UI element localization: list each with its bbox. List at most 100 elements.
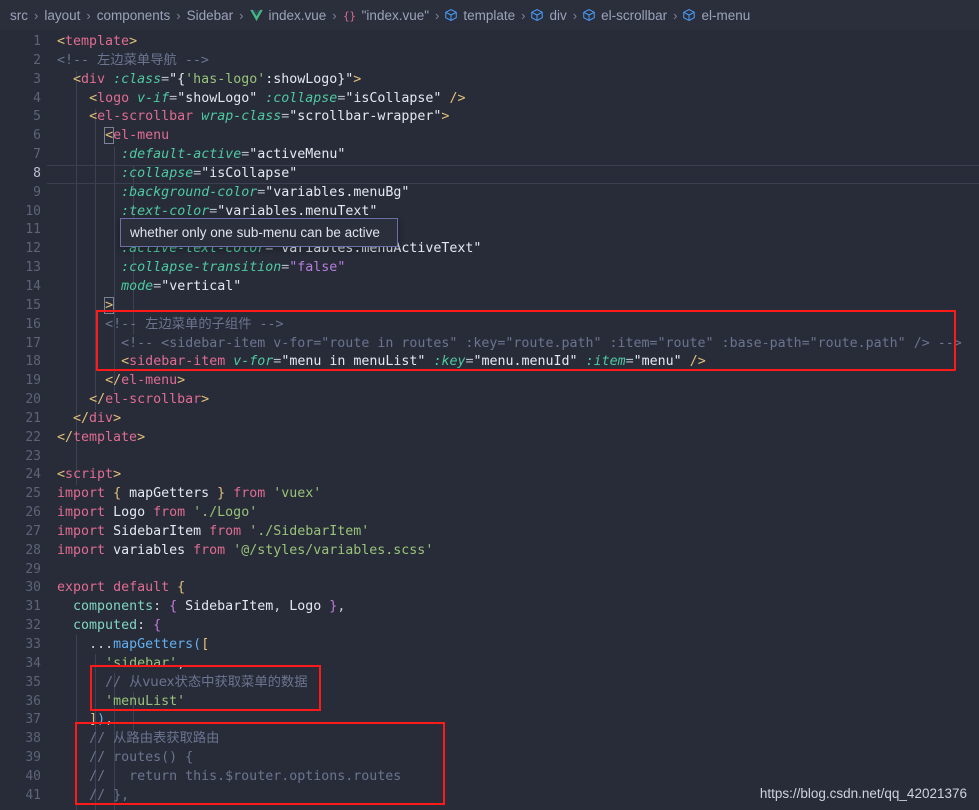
code-line[interactable]: 4 <logo v-if="showLogo" :collapse="isColl… xyxy=(0,90,979,109)
breadcrumb-separator: › xyxy=(435,7,440,23)
code-line[interactable]: 30 export default { xyxy=(0,579,979,598)
line-number: 15 xyxy=(25,297,41,313)
code-line[interactable]: 29 xyxy=(0,561,979,580)
code-line[interactable]: 33 ...mapGetters([ xyxy=(0,636,979,655)
code-text: export default { xyxy=(57,580,186,596)
breadcrumb-item-label: src xyxy=(10,7,28,23)
watermark-text: https://blog.csdn.net/qq_42021376 xyxy=(759,786,967,801)
code-line[interactable]: 19 </el-menu> xyxy=(0,372,979,391)
code-text: // 从路由表获取路由 xyxy=(89,731,220,747)
code-line[interactable]: 26 import Logo from './Logo' xyxy=(0,504,979,523)
code-line[interactable]: 31 components: { SidebarItem, Logo }, xyxy=(0,598,979,617)
code-line[interactable]: 40 // return this.$router.options.routes xyxy=(0,768,979,787)
code-text: <template> xyxy=(57,34,138,49)
line-number: 20 xyxy=(25,392,41,408)
code-line[interactable]: 22 </template> xyxy=(0,429,979,448)
code-text: <!-- 左边菜单的子组件 --> xyxy=(105,316,284,332)
line-number: 32 xyxy=(25,618,41,634)
breadcrumb-item-label: Sidebar xyxy=(186,7,234,23)
code-text: </template> xyxy=(57,429,146,445)
code-text: </div> xyxy=(73,410,122,426)
code-line[interactable]: 2 <!-- 左边菜单导航 --> xyxy=(0,52,979,71)
code-lines: 1 <template> 2 <!-- 左边菜单导航 --> 3 <div :class=… xyxy=(0,30,979,806)
code-text: ...mapGetters([ xyxy=(89,637,210,652)
code-text: 'sidebar', xyxy=(105,655,186,671)
code-line[interactable]: 21 </div> xyxy=(0,410,979,429)
code-line[interactable]: 17 <!-- <sidebar-item v-for="route in rou… xyxy=(0,335,979,354)
breadcrumb-item-index-vue[interactable]: {} "index.vue" xyxy=(342,8,430,23)
code-line[interactable]: 24 <script> xyxy=(0,466,979,485)
code-text: // return this.$router.options.routes xyxy=(89,768,402,784)
code-line[interactable]: 32 computed: { xyxy=(0,617,979,636)
code-line[interactable]: 7:default-active="activeMenu" xyxy=(0,146,979,165)
breadcrumb[interactable]: src › layout › components › Sidebar › index.vue ›… xyxy=(0,0,979,30)
code-line[interactable]: 23 xyxy=(0,448,979,467)
code-text: // 从vuex状态中获取菜单的数据 xyxy=(105,674,308,690)
breadcrumb-item-template[interactable]: template xyxy=(444,8,516,23)
code-text: <el-scrollbar wrap-class="scrollbar-wrap… xyxy=(89,109,450,125)
cube-icon xyxy=(444,8,458,22)
code-line[interactable]: 1 <template> xyxy=(0,33,979,52)
code-line[interactable]: 28 import variables from '@/styles/variab… xyxy=(0,542,979,561)
code-line[interactable]: 9:background-color="variables.menuBg" xyxy=(0,184,979,203)
code-text: <el-menu xyxy=(104,127,170,145)
breadcrumb-item-components[interactable]: components xyxy=(96,8,172,23)
line-number: 13 xyxy=(25,260,41,276)
code-line[interactable]: 14 mode="vertical" xyxy=(0,278,979,297)
code-line[interactable]: 18 <sidebar-item v-for="menu in menuList"… xyxy=(0,353,979,372)
breadcrumb-separator: › xyxy=(176,7,181,23)
code-line[interactable]: 3 <div :class="{'has-logo':showLogo}"> xyxy=(0,71,979,90)
line-number: 6 xyxy=(33,128,41,144)
code-line[interactable]: 16 <!-- 左边菜单的子组件 --> xyxy=(0,316,979,335)
code-line[interactable]: 5 <el-scrollbar wrap-class="scrollbar-wra… xyxy=(0,108,979,127)
code-line[interactable]: 20 </el-scrollbar> xyxy=(0,391,979,410)
code-line[interactable]: 15 > xyxy=(0,296,979,316)
line-number: 4 xyxy=(33,90,41,106)
code-text: </el-scrollbar> xyxy=(89,392,210,408)
tooltip-text: whether only one sub-menu can be active xyxy=(130,225,380,240)
code-text: <!-- <sidebar-item v-for="route in route… xyxy=(121,335,962,351)
breadcrumb-item-index-vue[interactable]: index.vue xyxy=(249,8,328,23)
breadcrumb-item-layout[interactable]: layout xyxy=(43,8,81,23)
breadcrumb-item-label: el-scrollbar xyxy=(601,7,668,23)
breadcrumb-item-div[interactable]: div xyxy=(530,8,567,23)
code-line[interactable]: 38 // 从路由表获取路由 xyxy=(0,730,979,749)
code-line[interactable]: 34 'sidebar', xyxy=(0,655,979,674)
line-number: 18 xyxy=(25,354,41,370)
code-editor[interactable]: 1 <template> 2 <!-- 左边菜单导航 --> 3 <div :class=… xyxy=(0,30,979,810)
watermark: https://blog.csdn.net/qq_42021376 xyxy=(760,786,967,801)
code-text: <script> xyxy=(57,467,122,483)
code-text: > xyxy=(104,296,115,314)
code-line[interactable]: 6 <el-menu xyxy=(0,127,979,146)
code-line[interactable]: 8:collapse="isCollapse" xyxy=(0,164,979,184)
breadcrumb-item-label: components xyxy=(96,7,171,23)
line-number: 31 xyxy=(25,599,41,615)
code-line[interactable]: 39 // routes() { xyxy=(0,749,979,768)
cube-icon xyxy=(530,8,544,22)
code-line[interactable]: 13:collapse-transition="false" xyxy=(0,259,979,278)
breadcrumb-item-label: template xyxy=(463,7,516,23)
breadcrumb-item-sidebar[interactable]: Sidebar xyxy=(186,8,235,23)
code-line[interactable]: 25 import { mapGetters } from 'vuex' xyxy=(0,485,979,504)
breadcrumb-item-src[interactable]: src xyxy=(9,8,29,23)
breadcrumb-item-el-menu[interactable]: el-menu xyxy=(682,8,751,23)
code-text: <div :class="{'has-logo':showLogo}"> xyxy=(73,71,362,87)
line-number: 36 xyxy=(25,693,41,709)
breadcrumb-item-el-scrollbar[interactable]: el-scrollbar xyxy=(582,8,668,23)
hover-tooltip: whether only one sub-menu can be active xyxy=(120,218,398,247)
line-number: 8 xyxy=(33,165,41,181)
code-text: :default-active="activeMenu" xyxy=(121,147,346,163)
code-line[interactable]: 35 // 从vuex状态中获取菜单的数据 xyxy=(0,674,979,693)
line-number: 2 xyxy=(33,52,41,68)
line-number: 23 xyxy=(25,448,41,464)
code-line[interactable]: 36 'menuList' xyxy=(0,693,979,712)
code-text: import SidebarItem from './SidebarItem' xyxy=(57,523,370,539)
code-line[interactable]: 27 import SidebarItem from './SidebarItem… xyxy=(0,523,979,542)
line-number: 22 xyxy=(25,429,41,445)
svg-text:{}: {} xyxy=(343,9,356,22)
code-line[interactable]: 37]), xyxy=(0,711,979,730)
line-number: 25 xyxy=(25,486,41,502)
code-text: </el-menu> xyxy=(105,373,186,389)
breadcrumb-item-label: div xyxy=(549,7,567,23)
code-text: <!-- 左边菜单导航 --> xyxy=(57,52,209,68)
